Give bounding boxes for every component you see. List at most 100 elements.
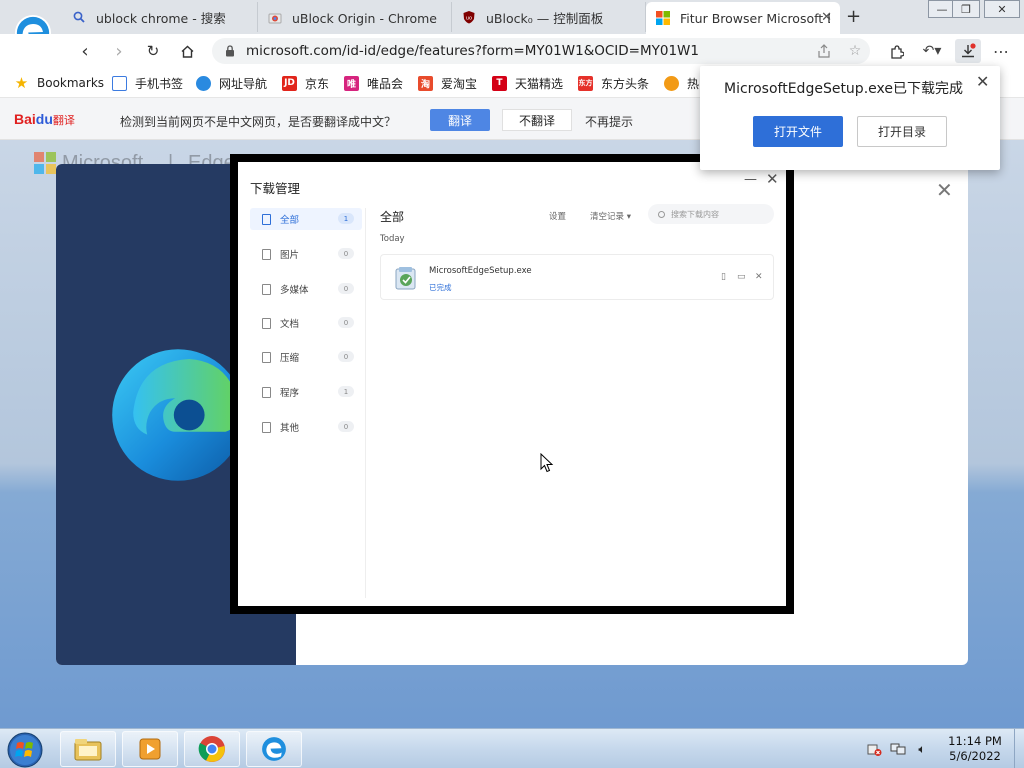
category-documents[interactable]: 文档 0 xyxy=(250,312,362,334)
bookmark-label: 唯品会 xyxy=(367,76,404,91)
open-folder-icon[interactable]: ▭ xyxy=(737,272,746,282)
share-icon[interactable] xyxy=(814,41,834,61)
download-complete-popup: MicrosoftEdgeSetup.exe已下载完成 ✕ 打开文件 打开目录 xyxy=(700,66,1000,170)
category-all[interactable]: 全部 1 xyxy=(250,208,362,230)
category-count: 0 xyxy=(338,248,354,259)
url-field[interactable]: microsoft.com/id-id/edge/features?form=M… xyxy=(212,38,870,64)
minimize-icon[interactable]: — xyxy=(744,172,757,187)
phone-bookmark-icon xyxy=(112,75,127,91)
no-translate-button[interactable]: 不翻译 xyxy=(502,109,572,131)
forward-button[interactable]: › xyxy=(108,40,130,62)
bookmark-label: 天猫精选 xyxy=(515,76,564,91)
clock-date: 5/6/2022 xyxy=(949,749,1001,763)
reload-button[interactable]: ↻ xyxy=(142,40,164,62)
more-menu-icon[interactable]: ⋯ xyxy=(991,41,1011,61)
volume-icon[interactable]: 🔈︎ xyxy=(914,741,930,757)
remove-item-icon[interactable]: ✕ xyxy=(755,272,763,282)
open-file-button[interactable]: 打开文件 xyxy=(753,116,843,147)
translate-button[interactable]: 翻译 xyxy=(430,109,490,131)
network-icon[interactable] xyxy=(890,741,906,757)
download-search-input[interactable]: 搜索下载内容 xyxy=(648,204,774,224)
bookmark-item[interactable]: 热 xyxy=(664,74,699,92)
search-placeholder: 搜索下载内容 xyxy=(671,209,719,219)
dongfang-icon: 东方 xyxy=(578,75,593,91)
bookmark-item[interactable]: 淘 爱淘宝 xyxy=(418,74,477,92)
close-window-button[interactable]: ✕ xyxy=(984,0,1020,18)
open-file-icon[interactable]: ▯ xyxy=(721,272,726,282)
open-directory-button[interactable]: 打开目录 xyxy=(857,116,947,147)
tab-label: uBlock₀ — 控制面板 xyxy=(486,10,604,26)
jd-icon: JD xyxy=(282,75,297,91)
extensions-icon[interactable] xyxy=(886,41,906,61)
back-button[interactable]: ‹ xyxy=(74,40,96,62)
category-count: 0 xyxy=(338,421,354,432)
clear-history-label: 清空记录 xyxy=(590,212,625,222)
never-prompt-link[interactable]: 不再提示 xyxy=(585,113,633,130)
download-manager-body: 下载管理 — ✕ 全部 1 图片 0 多媒体 0 文档 0 压缩 0 程序 1 … xyxy=(238,162,786,606)
category-archives[interactable]: 压缩 0 xyxy=(250,346,362,368)
close-icon[interactable]: ✕ xyxy=(936,178,953,202)
tmall-icon: T xyxy=(492,75,507,91)
close-icon[interactable]: ✕ xyxy=(976,72,989,91)
bookmark-label: 手机书签 xyxy=(135,76,184,91)
category-images[interactable]: 图片 0 xyxy=(250,243,362,265)
download-file-name: MicrosoftEdgeSetup.exe xyxy=(429,266,532,276)
clear-history-dropdown[interactable]: 清空记录 ▾ xyxy=(590,210,631,222)
tab-ublock-dashboard[interactable]: uo uBlock₀ — 控制面板 xyxy=(452,2,646,32)
home-button[interactable] xyxy=(176,40,198,62)
image-icon xyxy=(262,248,271,260)
installer-file-icon xyxy=(395,267,416,290)
category-label: 压缩 xyxy=(280,353,300,364)
bookmark-item[interactable]: ★ Bookmarks xyxy=(14,74,104,92)
category-count: 0 xyxy=(338,351,354,362)
edge-logo-icon xyxy=(112,349,244,481)
category-media[interactable]: 多媒体 0 xyxy=(250,278,362,300)
category-programs[interactable]: 程序 1 xyxy=(250,381,362,403)
tab-ublock-search[interactable]: ublock chrome - 搜索 xyxy=(62,2,258,32)
bookmark-item[interactable]: 唯 唯品会 xyxy=(344,74,403,92)
system-clock[interactable]: 11:14 PM 5/6/2022 xyxy=(940,734,1010,764)
hot-icon xyxy=(664,75,679,91)
start-button[interactable] xyxy=(6,731,44,768)
download-complete-message: MicrosoftEdgeSetup.exe已下载完成 xyxy=(724,81,963,97)
tab-ublock-webstore[interactable]: uBlock Origin - Chrome 网上 xyxy=(258,2,452,32)
bookmark-label: 热 xyxy=(687,76,700,91)
taskbar-edge-browser[interactable] xyxy=(246,731,302,767)
bookmark-item[interactable]: 东方 东方头条 xyxy=(578,74,649,92)
settings-link[interactable]: 设置 xyxy=(549,210,566,222)
chrome-webstore-icon xyxy=(268,10,282,24)
download-list-title: 全部 xyxy=(380,210,405,224)
close-icon[interactable]: ✕ xyxy=(766,170,779,188)
restore-window-button[interactable]: ❐ xyxy=(952,0,980,18)
new-tab-button[interactable]: + xyxy=(846,6,861,27)
category-count: 1 xyxy=(338,386,354,397)
address-toolbar: ‹ › ↻ microsoft.com/id-id/edge/features?… xyxy=(0,34,1024,68)
category-label: 图片 xyxy=(280,250,300,261)
download-item[interactable]: MicrosoftEdgeSetup.exe 已完成 ▯ ▭ ✕ xyxy=(380,254,774,300)
media-icon xyxy=(262,283,271,295)
close-tab-icon[interactable]: ✕ xyxy=(821,10,832,25)
undo-menu-icon[interactable]: ↶▾ xyxy=(918,41,946,61)
category-count: 0 xyxy=(338,283,354,294)
taskbar-chrome[interactable] xyxy=(184,731,240,767)
archive-icon xyxy=(262,351,271,363)
bookmark-item[interactable]: T 天猫精选 xyxy=(492,74,563,92)
category-other[interactable]: 其他 0 xyxy=(250,416,362,438)
vip-icon: 唯 xyxy=(344,75,359,91)
taskbar-media-player[interactable] xyxy=(122,731,178,767)
download-icon xyxy=(962,43,976,58)
bookmark-item[interactable]: 手机书签 xyxy=(112,74,183,92)
tab-edge-features[interactable]: Fitur Browser Microsoft E ✕ xyxy=(646,2,840,34)
lock-icon xyxy=(226,45,234,57)
network-warning-icon[interactable] xyxy=(866,741,882,757)
taobao-icon: 淘 xyxy=(418,75,433,91)
downloads-button[interactable] xyxy=(955,39,981,63)
category-label: 程序 xyxy=(280,388,300,399)
bookmark-item[interactable]: JD 京东 xyxy=(282,74,329,92)
microsoft-logo-icon xyxy=(656,11,670,25)
favorite-star-icon[interactable]: ☆ xyxy=(845,41,865,61)
browser-nav-icon xyxy=(196,75,211,91)
show-desktop-button[interactable] xyxy=(1014,729,1024,768)
taskbar-file-explorer[interactable] xyxy=(60,731,116,767)
bookmark-item[interactable]: 网址导航 xyxy=(196,74,267,92)
